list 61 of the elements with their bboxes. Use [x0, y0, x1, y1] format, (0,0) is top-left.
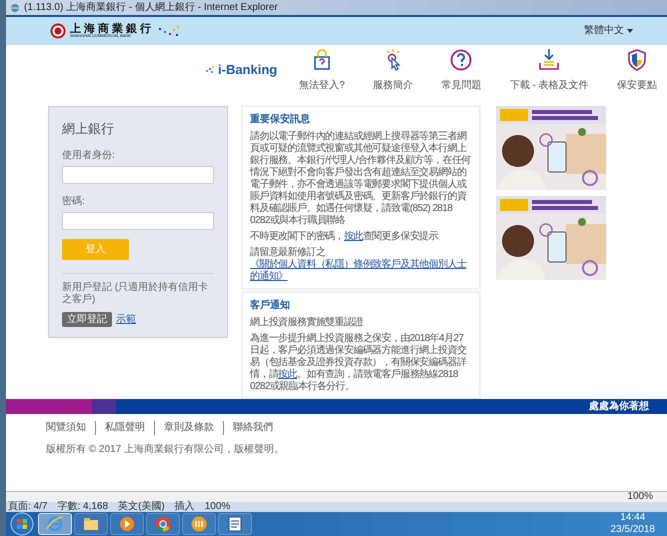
- zoom-level[interactable]: 100%: [627, 492, 653, 502]
- help-icon: [449, 48, 474, 72]
- slogan: 處處為你著想: [589, 400, 649, 414]
- clock-time: 14:44: [620, 513, 646, 523]
- notice-title: 重要保安訊息: [250, 112, 311, 127]
- taskbar-app[interactable]: [74, 513, 108, 535]
- register-button[interactable]: 立即登記: [62, 312, 112, 328]
- status-item: 100%: [204, 502, 230, 512]
- footer-link[interactable]: 閱覽須知: [46, 420, 86, 436]
- notice-link[interactable]: 按此: [344, 230, 363, 242]
- dots-icon: [158, 24, 182, 37]
- quick-link[interactable]: 常見問題: [441, 48, 482, 93]
- start-button[interactable]: [10, 512, 34, 536]
- status-item: 插入: [174, 502, 195, 512]
- register-note: 新用戶登記 (只適用於持有信用卡之客戶): [62, 282, 210, 306]
- notice-text: 請勿以電子郵件內的連結或經網上搜尋器等第三者網頁或可疑的流覽式視窗或其他可疑途徑登入本行網上銀行服務。本銀行/代理人/合作夥伴及顧方等，在任何情況下絕對不會向客戶發出含有超連結至交易網站的電子郵件，亦不會透過該等電郵要求閣下提供個人或賬戶資料如使用者號碼及密碼、更新客戶於銀行的資料及確認賬戶。如遇任何懷疑，請致電(852) 2818 0282或與本行職員聯絡: [250, 130, 472, 227]
- quick-link[interactable]: 無法登入?: [299, 48, 345, 93]
- taskbar-app[interactable]: [110, 513, 144, 535]
- field-label: 使用者身份:: [62, 148, 116, 164]
- shield-icon: [625, 48, 649, 72]
- taskbar-app[interactable]: [146, 513, 180, 535]
- play-icon: [118, 515, 136, 533]
- caret-icon: [627, 28, 633, 33]
- demo-link[interactable]: 示範: [116, 312, 136, 328]
- app-icon: [190, 515, 208, 533]
- chrome-icon: [154, 515, 172, 533]
- browser-icon: [46, 515, 64, 533]
- document-icon: [226, 515, 244, 533]
- ibanking-logo: i-Banking: [218, 61, 278, 80]
- download-icon: [537, 48, 562, 72]
- notice-text: 為進一步提升網上投資服務之保安，由2018年4月27日起，客戶必須透過保安編碼器方能進行網上投資交易（包括基金及證券投資存款），有關保安編碼器詳情，請按此。如有查詢，請致電客戶服務熱線2818 0282或親臨本行各分行。: [250, 332, 468, 393]
- notice-text: 請留意最新修訂之 《關於個人資料（私隱）條例致客戶及其他個別人士的通知》: [250, 246, 472, 283]
- language-menu[interactable]: 繁體中文: [584, 23, 633, 38]
- password-field[interactable]: [62, 212, 214, 230]
- status-item: 英文(美國): [118, 502, 165, 512]
- taskbar-app[interactable]: [182, 513, 216, 535]
- panel-title: 網上銀行: [62, 120, 115, 138]
- notice-link[interactable]: 《關於個人資料（私隱）條例致客戶及其他個別人士的通知》: [250, 258, 472, 283]
- notice-title: 客戶通知: [250, 298, 291, 313]
- quick-link[interactable]: 服務簡介: [373, 48, 414, 93]
- notice-text: 網上投資服務實施雙重認證: [250, 316, 364, 329]
- status-item: 字數: 4,168: [57, 502, 108, 512]
- field-label: 密碼:: [62, 194, 86, 210]
- quick-link[interactable]: 下載 - 表格及文件: [510, 48, 589, 93]
- clock-date: 23/5/2018: [610, 525, 655, 535]
- dots-icon: [206, 66, 216, 74]
- bank-name: 上海商業銀行: [70, 23, 154, 34]
- notice-link[interactable]: 按此: [278, 368, 298, 380]
- status-item: 頁面: 4/7: [8, 502, 48, 512]
- footer-link[interactable]: 章則及條款: [164, 420, 214, 436]
- browser-icon: [10, 2, 20, 13]
- quick-link[interactable]: 保安要點: [617, 48, 657, 93]
- bank-logo-icon: [50, 22, 66, 39]
- taskbar-app[interactable]: [218, 513, 252, 535]
- window-title: (1.113.0) 上海商業銀行 - 個人網上銀行 - Internet Explorer: [24, 0, 278, 16]
- copyright: 版權所有 © 2017 上海商業銀行有限公司，版權聲明。: [45, 442, 285, 457]
- notice-text: 不時更改閣下的密碼，按此查閱更多保安提示: [250, 230, 440, 243]
- footer-link[interactable]: 私隱聲明: [105, 420, 145, 436]
- folder-icon: [82, 515, 100, 533]
- footer-link[interactable]: 聯絡我們: [233, 420, 273, 436]
- user-id-field[interactable]: [62, 166, 214, 184]
